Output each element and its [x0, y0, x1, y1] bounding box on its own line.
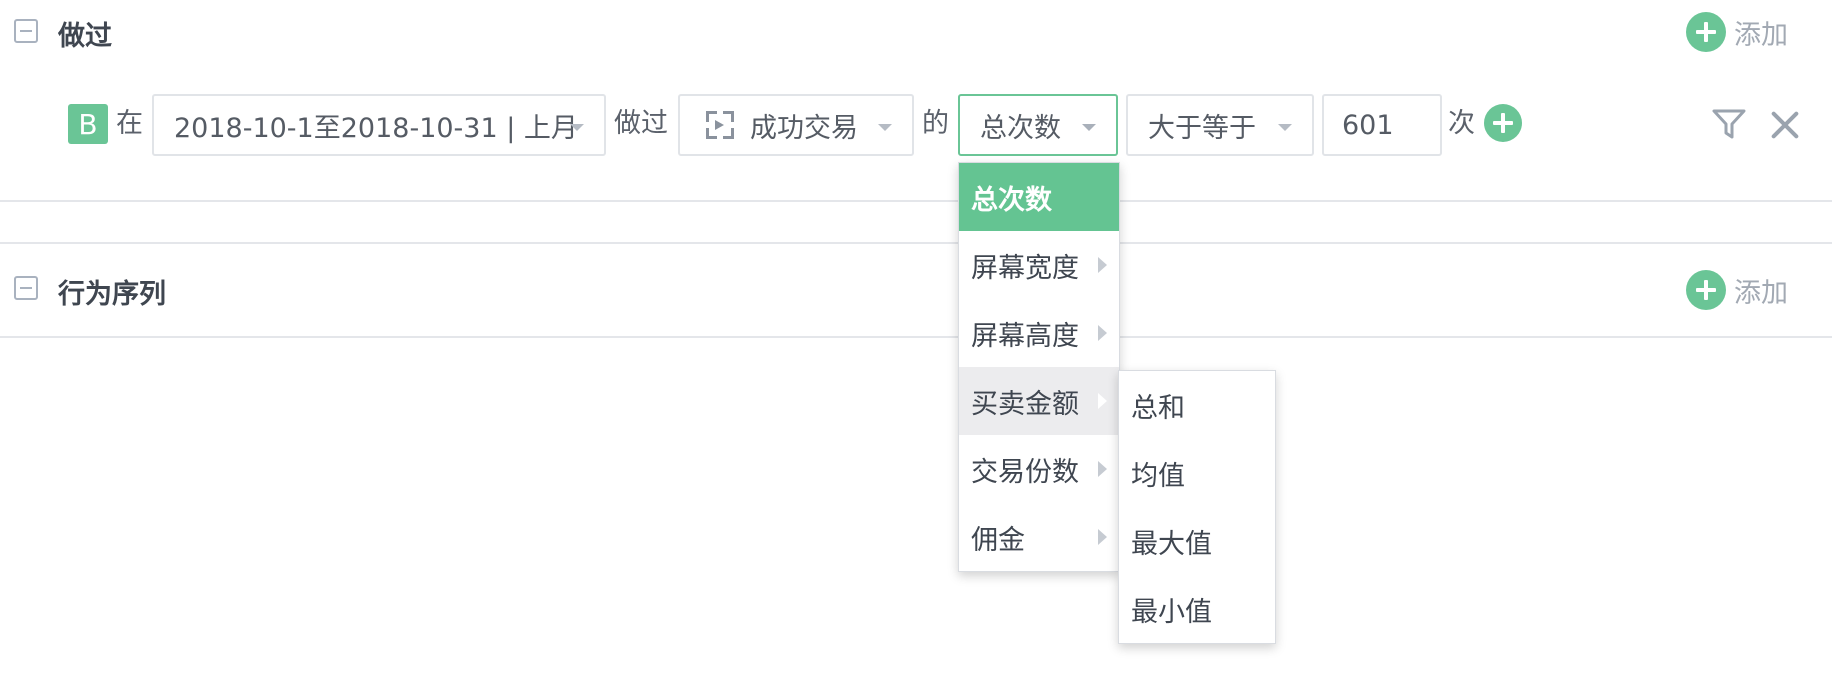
submenu-item-min[interactable]: 最小值	[1119, 575, 1275, 643]
date-range-value: 2018-10-1至2018-10-31 | 上月	[174, 112, 578, 144]
date-range-select[interactable]: 2018-10-1至2018-10-31 | 上月	[152, 94, 606, 156]
add-done-label: 添加	[1734, 19, 1788, 51]
event-select[interactable]: 成功交易	[678, 94, 914, 156]
menu-item-screen-width[interactable]: 屏幕宽度	[959, 231, 1119, 299]
chevron-down-icon	[878, 124, 892, 131]
section-title-sequence: 行为序列	[58, 279, 166, 310]
chevron-right-icon	[1098, 257, 1107, 273]
submenu-item-max[interactable]: 最大值	[1119, 507, 1275, 575]
add-sequence-button[interactable]: 添加	[1686, 270, 1788, 310]
menu-item-label: 交易份数	[971, 456, 1079, 488]
menu-item-label: 总次数	[971, 184, 1052, 216]
chevron-down-icon	[570, 124, 584, 131]
count-input[interactable]	[1322, 94, 1442, 156]
submenu-item-label: 最大值	[1131, 528, 1212, 560]
chevron-right-icon	[1098, 325, 1107, 341]
event-track-icon	[706, 111, 734, 139]
menu-item-label: 买卖金额	[971, 388, 1079, 420]
chevron-right-icon	[1098, 529, 1107, 545]
metric-select[interactable]: 总次数	[958, 94, 1118, 156]
menu-item-commission[interactable]: 佣金	[959, 503, 1119, 571]
menu-item-label: 屏幕高度	[971, 320, 1079, 352]
plus-circle-icon	[1686, 270, 1726, 310]
chevron-down-icon	[1278, 124, 1292, 131]
metric-value: 总次数	[980, 112, 1061, 144]
submenu-item-label: 均值	[1131, 460, 1185, 492]
submenu-item-sum[interactable]: 总和	[1119, 371, 1275, 439]
chevron-down-icon	[1082, 124, 1096, 131]
submenu-item-average[interactable]: 均值	[1119, 439, 1275, 507]
menu-item-trade-shares[interactable]: 交易份数	[959, 435, 1119, 503]
add-condition-icon[interactable]	[1484, 104, 1522, 142]
divider	[0, 200, 1832, 202]
close-icon[interactable]	[1770, 110, 1800, 140]
menu-item-trade-amount[interactable]: 买卖金额	[959, 367, 1119, 435]
submenu-item-label: 最小值	[1131, 596, 1212, 628]
submenu-item-label: 总和	[1131, 392, 1185, 424]
divider	[0, 242, 1832, 244]
event-value: 成功交易	[750, 112, 858, 144]
aggregate-submenu: 总和 均值 最大值 最小值	[1118, 370, 1276, 644]
section-title-done: 做过	[58, 21, 112, 52]
metric-dropdown-menu: 总次数 屏幕宽度 屏幕高度 买卖金额 交易份数 佣金	[958, 162, 1120, 572]
add-sequence-label: 添加	[1734, 277, 1788, 309]
menu-item-total-count[interactable]: 总次数	[959, 163, 1119, 231]
filter-icon[interactable]	[1712, 108, 1746, 140]
add-done-button[interactable]: 添加	[1686, 12, 1788, 52]
menu-item-screen-height[interactable]: 屏幕高度	[959, 299, 1119, 367]
menu-item-label: 屏幕宽度	[971, 252, 1079, 284]
did-label: 做过	[614, 108, 668, 139]
operator-value: 大于等于	[1148, 112, 1256, 144]
unit-label: 次	[1448, 108, 1475, 139]
collapse-sequence-icon[interactable]	[14, 276, 38, 300]
plus-circle-icon	[1686, 12, 1726, 52]
prefix-label: 在	[116, 108, 143, 139]
of-label: 的	[922, 108, 949, 139]
collapse-done-icon[interactable]	[14, 19, 38, 43]
chevron-right-icon	[1098, 461, 1107, 477]
divider	[0, 336, 1832, 338]
chevron-right-icon	[1098, 393, 1107, 409]
operator-select[interactable]: 大于等于	[1126, 94, 1314, 156]
menu-item-label: 佣金	[971, 524, 1025, 556]
condition-badge: B	[68, 104, 108, 144]
